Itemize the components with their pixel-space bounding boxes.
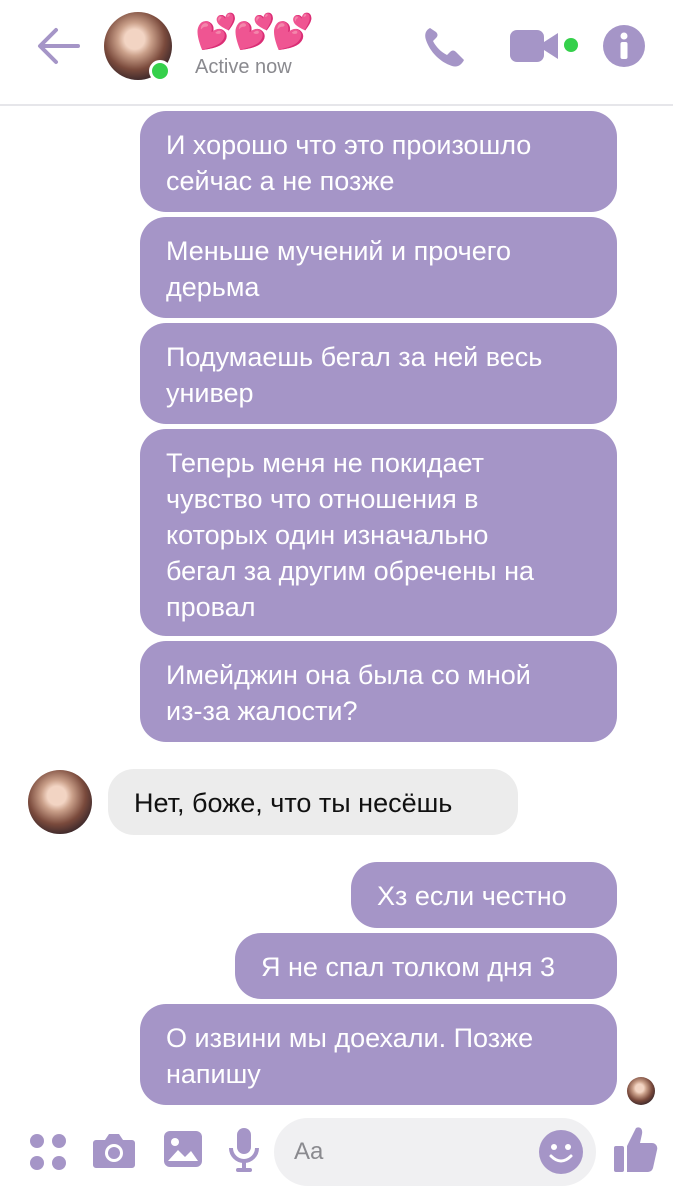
image-icon[interactable] — [163, 1128, 203, 1170]
apps-grid-icon[interactable] — [28, 1132, 68, 1172]
message-bubble-outgoing[interactable]: Теперь меня не покидает чувство что отно… — [140, 429, 617, 636]
message-bubble-outgoing[interactable]: Меньше мучений и прочего дерьма — [140, 217, 617, 318]
message-input-box[interactable] — [274, 1118, 596, 1186]
chat-header: 💕💕💕 Active now — [0, 0, 673, 106]
message-bubble-outgoing[interactable]: Я не спал толком дня 3 — [235, 933, 617, 999]
message-bubble-outgoing[interactable]: О извини мы доехали. Позже напишу — [140, 1004, 617, 1105]
camera-icon[interactable] — [92, 1130, 136, 1170]
message-bubble-outgoing[interactable]: Подумаешь бегал за ней весь универ — [140, 323, 617, 424]
phone-icon[interactable] — [420, 22, 468, 70]
message-composer — [0, 1110, 673, 1200]
video-camera-icon[interactable] — [510, 28, 582, 64]
back-arrow-icon[interactable] — [34, 24, 82, 68]
online-indicator — [149, 60, 171, 82]
message-bubble-incoming[interactable]: Нет, боже, что ты несёшь — [108, 769, 518, 835]
message-bubble-outgoing[interactable]: Хз если честно — [351, 862, 617, 928]
contact-name[interactable]: 💕💕💕 — [195, 12, 314, 52]
seen-receipt-avatar — [627, 1077, 655, 1105]
message-bubble-outgoing[interactable]: Имейджин она была со мной из-за жалости? — [140, 641, 617, 742]
message-input[interactable] — [294, 1132, 534, 1172]
microphone-icon[interactable] — [228, 1126, 260, 1174]
contact-avatar-small[interactable] — [28, 770, 92, 834]
thumbs-up-icon[interactable] — [612, 1124, 658, 1174]
info-icon[interactable] — [602, 24, 646, 68]
message-bubble-outgoing[interactable]: И хорошо что это произошло сейчас а не п… — [140, 111, 617, 212]
active-status: Active now — [195, 56, 292, 78]
emoji-icon[interactable] — [538, 1129, 584, 1175]
